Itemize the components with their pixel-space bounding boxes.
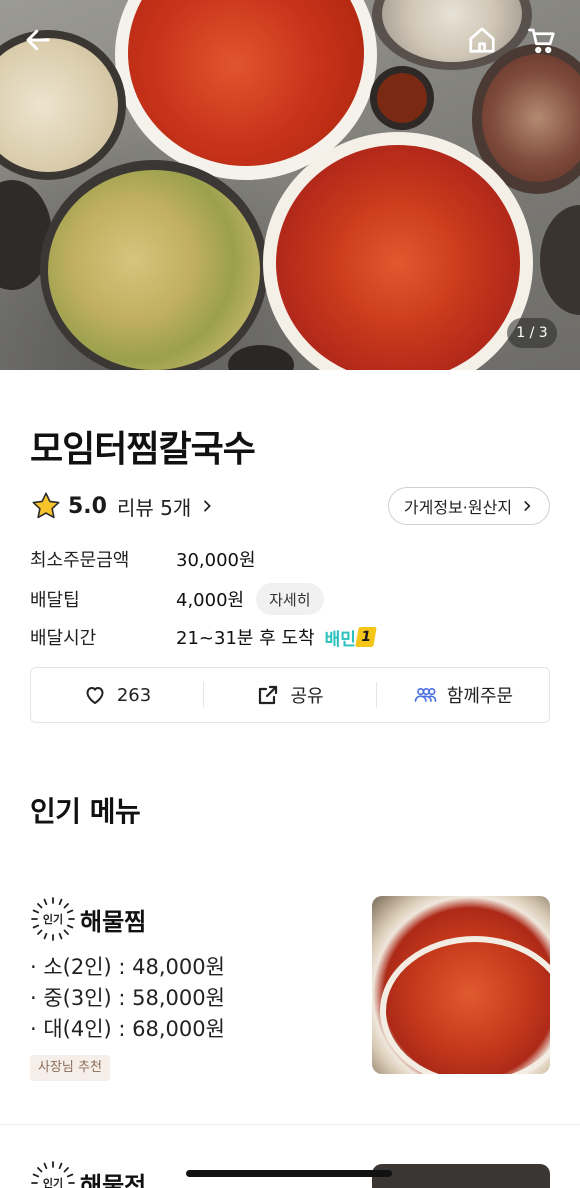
owner-recommend-tag: 사장님 추천 [30, 1055, 110, 1081]
baemin-badge-text: 배민 [324, 629, 356, 650]
popular-badge-label: 인기 [42, 913, 64, 926]
chevron-right-icon [524, 501, 531, 511]
pancake [48, 170, 260, 370]
back-button[interactable] [20, 22, 56, 58]
share-button[interactable]: 공유 [204, 668, 376, 722]
share-icon [259, 685, 278, 705]
delivery-time-label: 배달시간 [30, 628, 97, 649]
menu-thumbnail [372, 1164, 550, 1188]
menu-item[interactable]: 인기 해물찜 · 소(2인) : 48,000원 · 중(3인) : 58,00… [30, 896, 550, 1081]
review-link[interactable]: 리뷰 5개 [117, 492, 215, 521]
popular-badge: 인기 [30, 896, 76, 942]
heart-icon [86, 687, 104, 704]
group-order-button[interactable]: 함께주문 [377, 668, 549, 722]
people-icon [414, 688, 437, 702]
like-button[interactable]: 263 [31, 668, 203, 722]
image-pager: 1 / 3 [507, 318, 557, 348]
home-indicator [186, 1170, 392, 1177]
group-order-label: 함께주문 [446, 686, 514, 707]
arrow-left-icon [26, 29, 50, 51]
min-order-value: 30,000원 [176, 550, 256, 571]
food-plate-inner [276, 145, 520, 370]
section-title: 인기 메뉴 [30, 795, 141, 828]
delivery-tip-label: 배달팁 [30, 590, 80, 611]
delivery-tip-value: 4,000원 [176, 590, 245, 611]
tip-detail-button[interactable]: 자세히 [256, 583, 324, 615]
menu-thumbnail [372, 896, 550, 1074]
store-info-label: 가게정보·원산지 [403, 498, 513, 517]
menu-name: 해물전 [80, 1171, 147, 1188]
sauce-bowl-inner [377, 73, 427, 123]
menu-separator [0, 1124, 580, 1125]
baemin-one-badge: 배민 1 [324, 625, 377, 650]
review-count-label: 리뷰 5개 [116, 495, 192, 520]
home-button[interactable] [464, 22, 500, 58]
cart-icon [528, 28, 555, 54]
delivery-tip-row: 배달팁 4,000원 자세히 [30, 583, 324, 615]
rating-row: 5.0 리뷰 5개 [30, 486, 215, 526]
min-order-row: 최소주문금액 30,000원 [30, 544, 256, 574]
delivery-time-row: 배달시간 21~31분 후 도착 배민 1 [30, 622, 377, 652]
rating-value: 5.0 [68, 493, 107, 519]
popular-badge-label: 인기 [42, 1177, 64, 1188]
star-icon [32, 492, 60, 519]
min-order-label: 최소주문금액 [30, 550, 130, 571]
plate-rim [380, 936, 550, 1074]
action-bar: 263 공유 함께주문 [30, 667, 550, 723]
share-label: 공유 [290, 686, 324, 707]
home-icon [469, 27, 495, 53]
hero-image-carousel[interactable]: 1 / 3 [0, 0, 580, 370]
chevron-right-icon [204, 500, 211, 512]
menu-name: 해물찜 [80, 907, 147, 936]
popular-badge: 인기 [30, 1160, 76, 1188]
baemin-badge-number: 1 [355, 627, 377, 647]
cart-button[interactable] [524, 22, 560, 58]
like-count: 263 [116, 684, 152, 706]
delivery-time-value: 21~31분 후 도착 [176, 628, 315, 649]
store-info-button[interactable]: 가게정보·원산지 [388, 487, 550, 525]
store-name: 모임터찜칼국수 [30, 429, 256, 470]
